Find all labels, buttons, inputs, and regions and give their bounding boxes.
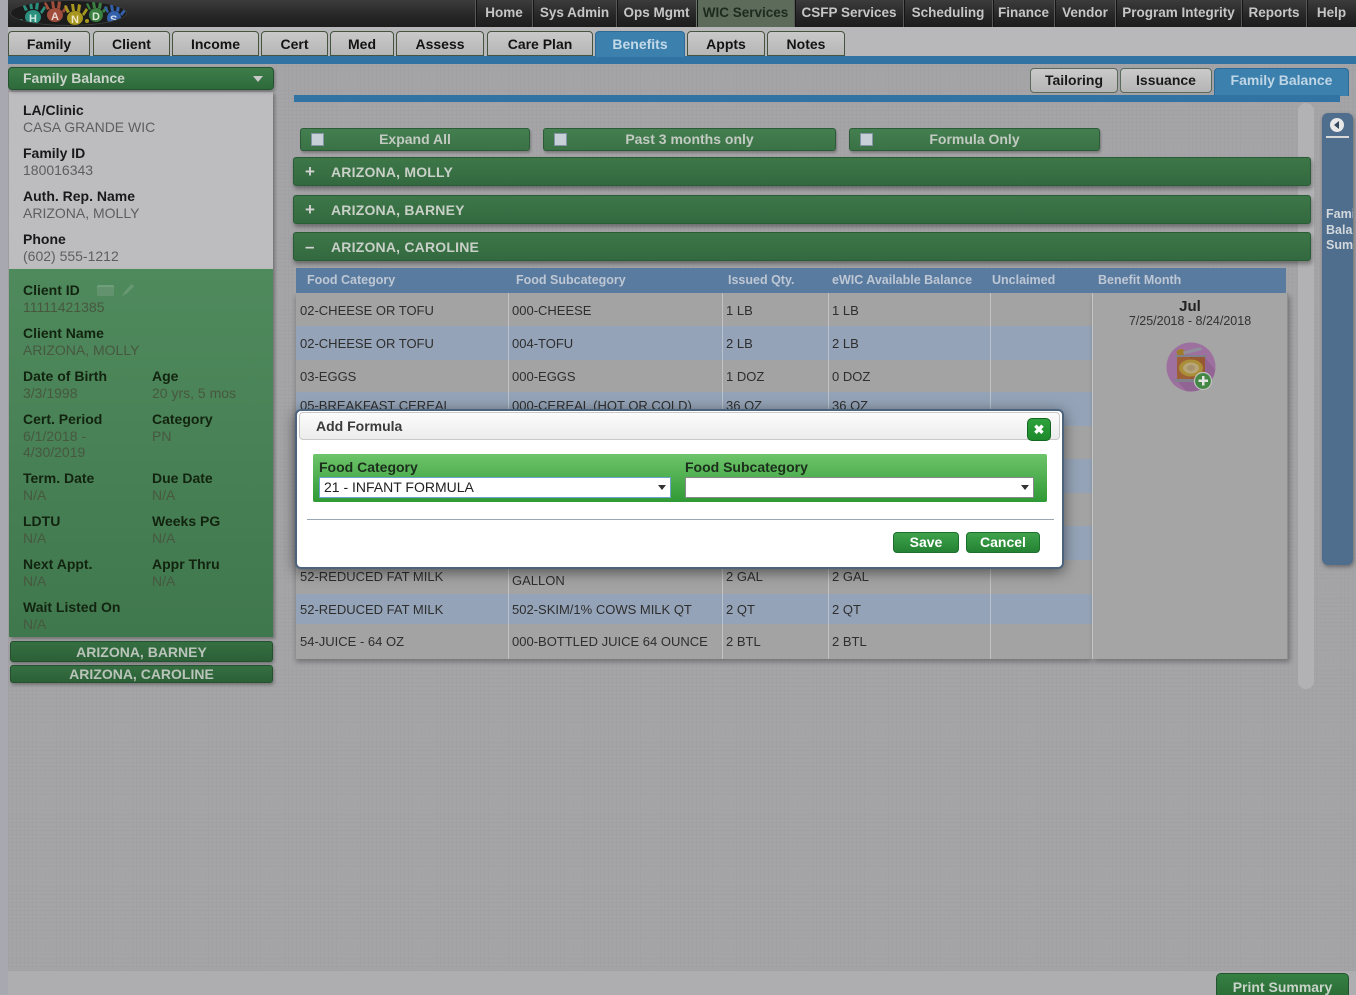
svg-text:A: A bbox=[51, 11, 59, 23]
svg-text:D: D bbox=[92, 11, 100, 23]
svg-text:N: N bbox=[71, 14, 79, 26]
